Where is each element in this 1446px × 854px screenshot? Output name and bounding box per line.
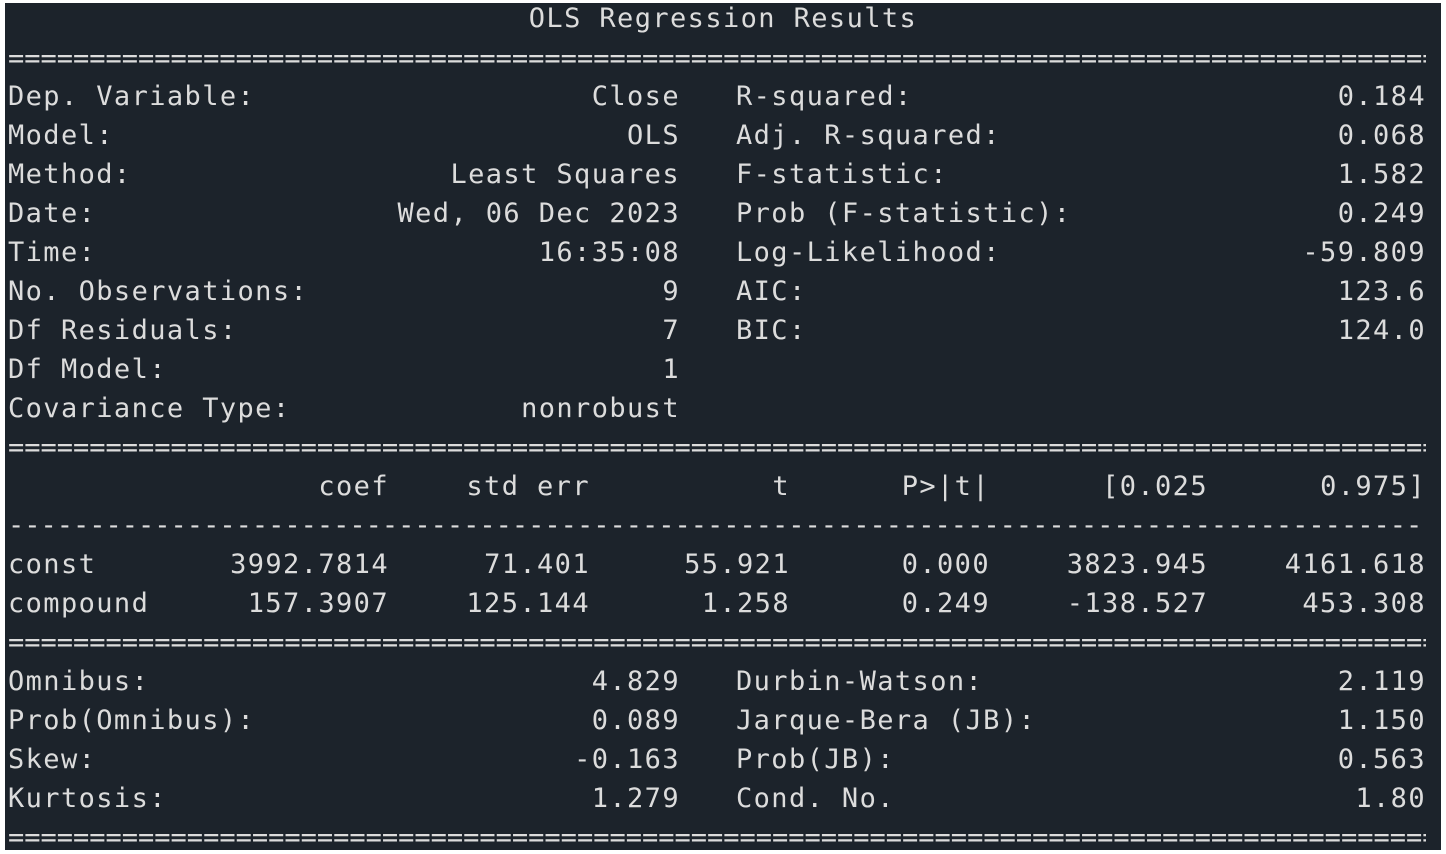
- info-label: Method:: [8, 159, 132, 190]
- info-value: Close: [591, 81, 680, 112]
- coef-table-header: coef std err t P>|t| [0.025 0.975]: [8, 467, 1426, 506]
- cell-t: 55.921: [684, 549, 790, 580]
- info-label: Time:: [8, 237, 97, 268]
- diagnostic-stat-label: Cond. No.: [736, 783, 895, 814]
- diagnostic-value: -0.163: [574, 744, 680, 775]
- info-label: No. Observations:: [8, 276, 309, 307]
- cell-ci-lower: -138.527: [1066, 588, 1208, 619]
- double-rule-top: ========================================…: [8, 43, 1426, 74]
- results-title: OLS Regression Results: [528, 3, 918, 34]
- stat-label: F-statistic:: [736, 159, 948, 190]
- diagnostic-row: Omnibus: 4.829 Durbin-Watson: 2.119: [8, 662, 1426, 701]
- column-header-t: t: [772, 471, 790, 502]
- row-label: const: [8, 549, 97, 580]
- info-label: Dep. Variable:: [8, 81, 256, 112]
- cell-ci-upper: 4161.618: [1284, 549, 1426, 580]
- diagnostic-value: 4.829: [591, 666, 680, 697]
- diagnostic-label: Skew:: [8, 744, 97, 775]
- double-rule-bottom: ========================================…: [8, 822, 1426, 850]
- double-rule-lower: ========================================…: [8, 627, 1426, 658]
- diagnostic-stat-value: 1.150: [1337, 705, 1426, 736]
- info-label: Date:: [8, 198, 97, 229]
- info-label: Model:: [8, 120, 114, 151]
- diagnostic-stat-label: Jarque-Bera (JB):: [736, 705, 1037, 736]
- table-row: compound 157.3907 125.144 1.258 0.249 -1…: [8, 584, 1426, 623]
- double-rule-middle: ========================================…: [8, 432, 1426, 463]
- diagnostic-stat-value: 1.80: [1355, 783, 1426, 814]
- stat-value: 0.068: [1337, 120, 1426, 151]
- model-info-row: Time: 16:35:08 Log-Likelihood: -59.809: [8, 233, 1426, 272]
- diagnostic-row: Skew: -0.163 Prob(JB): 0.563: [8, 740, 1426, 779]
- stat-label: Adj. R-squared:: [736, 120, 1001, 151]
- column-header-p-value: P>|t|: [901, 471, 990, 502]
- terminal-output: OLS Regression Results =================…: [5, 3, 1441, 850]
- model-info-row: Model: OLS Adj. R-squared: 0.068: [8, 116, 1426, 155]
- info-value: OLS: [627, 120, 680, 151]
- stat-label: BIC:: [736, 315, 807, 346]
- model-info-row: Df Residuals: 7 BIC: 124.0: [8, 311, 1426, 350]
- stat-value: 0.249: [1337, 198, 1426, 229]
- model-info-row: Dep. Variable: Close R-squared: 0.184: [8, 77, 1426, 116]
- model-info-row: No. Observations: 9 AIC: 123.6: [8, 272, 1426, 311]
- stat-label: R-squared:: [736, 81, 913, 112]
- stat-label: AIC:: [736, 276, 807, 307]
- info-value: 9: [662, 276, 680, 307]
- diagnostic-label: Prob(Omnibus):: [8, 705, 256, 736]
- diagnostic-stat-label: Prob(JB):: [736, 744, 895, 775]
- cell-ci-upper: 453.308: [1302, 588, 1426, 619]
- cell-coef: 157.3907: [247, 588, 389, 619]
- diagnostic-value: 0.089: [591, 705, 680, 736]
- info-value: Least Squares: [450, 159, 680, 190]
- cell-p-value: 0.249: [901, 588, 990, 619]
- diagnostic-row: Prob(Omnibus): 0.089 Jarque-Bera (JB): 1…: [8, 701, 1426, 740]
- row-label: compound: [8, 588, 150, 619]
- model-info-row: Covariance Type: nonrobust: [8, 389, 1426, 428]
- diagnostic-value: 1.279: [591, 783, 680, 814]
- column-header-ci-upper: 0.975]: [1320, 471, 1426, 502]
- cell-coef: 3992.7814: [230, 549, 389, 580]
- single-rule: ----------------------------------------…: [8, 510, 1426, 541]
- diagnostic-stat-value: 2.119: [1337, 666, 1426, 697]
- info-value: 1: [662, 354, 680, 385]
- info-value: Wed, 06 Dec 2023: [397, 198, 680, 229]
- cell-ci-lower: 3823.945: [1066, 549, 1208, 580]
- info-value: 16:35:08: [538, 237, 680, 268]
- table-row: const 3992.7814 71.401 55.921 0.000 3823…: [8, 545, 1426, 584]
- stat-label: Prob (F-statistic):: [736, 198, 1072, 229]
- diagnostic-row: Kurtosis: 1.279 Cond. No. 1.80: [8, 779, 1426, 818]
- info-label: Covariance Type:: [8, 393, 291, 424]
- stat-value: 0.184: [1337, 81, 1426, 112]
- diagnostic-stat-value: 0.563: [1337, 744, 1426, 775]
- stat-value: 123.6: [1337, 276, 1426, 307]
- cell-std-err: 71.401: [484, 549, 590, 580]
- info-label: Df Residuals:: [8, 315, 238, 346]
- diagnostic-label: Kurtosis:: [8, 783, 167, 814]
- info-label: Df Model:: [8, 354, 167, 385]
- diagnostic-label: Omnibus:: [8, 666, 150, 697]
- diagnostic-stat-label: Durbin-Watson:: [736, 666, 984, 697]
- stat-label: Log-Likelihood:: [736, 237, 1001, 268]
- column-header-coef: coef: [318, 471, 389, 502]
- stat-value: 124.0: [1337, 315, 1426, 346]
- stat-value: 1.582: [1337, 159, 1426, 190]
- info-value: nonrobust: [521, 393, 680, 424]
- cell-t: 1.258: [701, 588, 790, 619]
- column-header-std-err: std err: [466, 471, 590, 502]
- cell-std-err: 125.144: [466, 588, 590, 619]
- stat-value: -59.809: [1302, 237, 1426, 268]
- model-info-row: Df Model: 1: [8, 350, 1426, 389]
- model-info-row: Date: Wed, 06 Dec 2023 Prob (F-statistic…: [8, 194, 1426, 233]
- cell-p-value: 0.000: [901, 549, 990, 580]
- model-info-row: Method: Least Squares F-statistic: 1.582: [8, 155, 1426, 194]
- column-header-ci-lower: [0.025: [1102, 471, 1208, 502]
- info-value: 7: [662, 315, 680, 346]
